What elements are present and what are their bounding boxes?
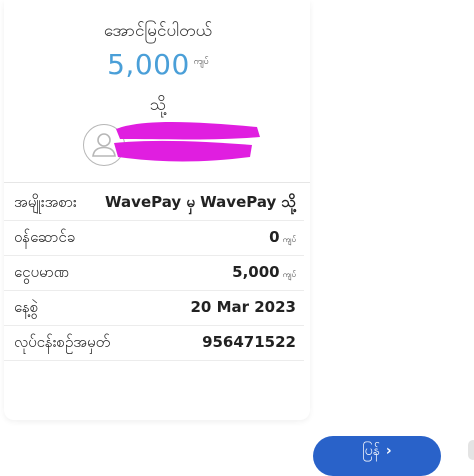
detail-value: 5,000 ကျပ် bbox=[232, 263, 296, 281]
detail-label: ငွေပမာဏ bbox=[14, 263, 69, 281]
back-button-label: ပြန် bbox=[362, 443, 380, 459]
back-button[interactable]: ပြန် › bbox=[313, 436, 441, 476]
recipient-label: သို့ bbox=[149, 95, 167, 115]
detail-label: ဝန်ဆောင်ခ bbox=[14, 228, 76, 246]
detail-value: 0 ကျပ် bbox=[269, 228, 296, 246]
amount-display: 5,000 ကျပ် bbox=[0, 48, 316, 81]
detail-row-transaction-id: လုပ်ငန်းစဉ်အမှတ် 956471522 bbox=[4, 324, 304, 361]
detail-row-type: အမျိုးအစား WavePay မှ WavePay သို့ bbox=[4, 184, 304, 221]
detail-value: 956471522 bbox=[202, 333, 296, 351]
detail-label: လုပ်ငန်းစဉ်အမှတ် bbox=[14, 333, 111, 351]
partial-button-edge bbox=[468, 440, 474, 460]
detail-value: 20 Mar 2023 bbox=[190, 298, 296, 316]
amount-currency: ကျပ် bbox=[193, 57, 209, 67]
redacted-recipient-name bbox=[114, 122, 260, 162]
transaction-status: အောင်မြင်ပါတယ် bbox=[103, 21, 213, 41]
detail-row-amount: ငွေပမာဏ 5,000 ကျပ် bbox=[4, 254, 304, 291]
detail-row-date: နေ့စွဲ 20 Mar 2023 bbox=[4, 289, 304, 326]
detail-value: WavePay မှ WavePay သို့ bbox=[105, 193, 296, 211]
arrow-right-icon: › bbox=[385, 443, 392, 459]
detail-row-fee: ဝန်ဆောင်ခ 0 ကျပ် bbox=[4, 219, 304, 256]
amount-value: 5,000 bbox=[107, 48, 190, 81]
detail-label: အမျိုးအစား bbox=[14, 193, 77, 211]
section-divider bbox=[4, 182, 310, 183]
detail-label: နေ့စွဲ bbox=[14, 298, 39, 316]
